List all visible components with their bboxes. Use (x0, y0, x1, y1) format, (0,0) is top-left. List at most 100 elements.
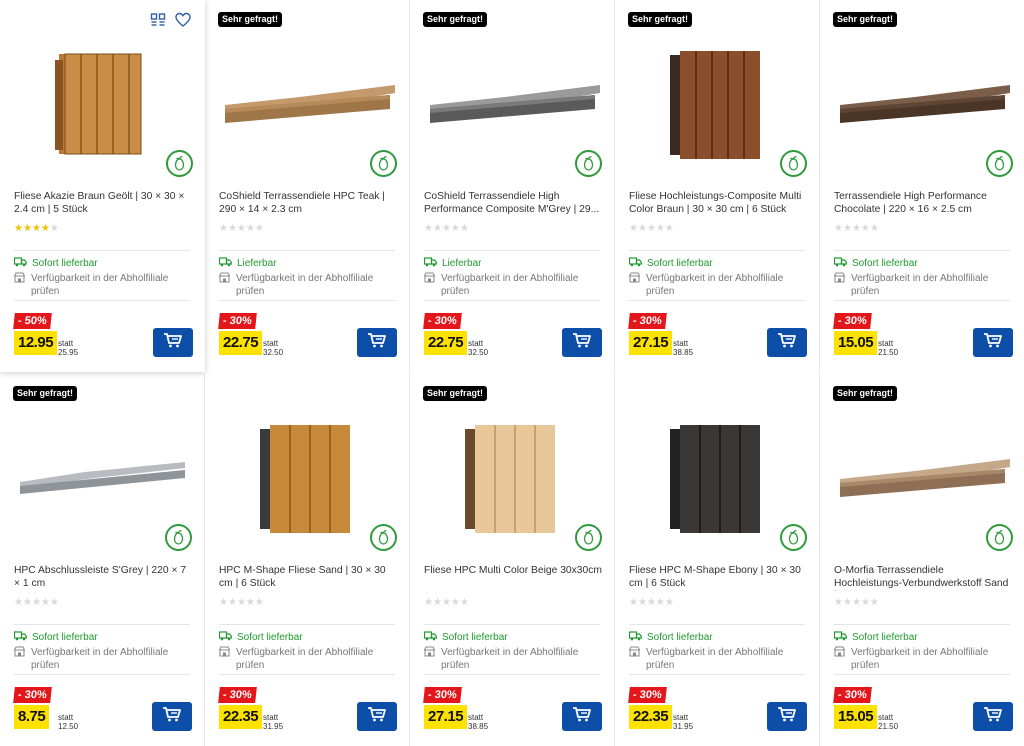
pickup-availability-label[interactable]: Verfügbarkeit in der Abholfiliale prüfen (236, 272, 386, 298)
add-to-cart-button[interactable] (562, 702, 602, 731)
pickup-availability-link[interactable]: Verfügbarkeit in der Abholfiliale prüfen (423, 272, 591, 298)
current-price: 12.95 (14, 331, 58, 355)
product-row-2: Sehr gefragt! HPC Abschlussleiste S'Grey … (0, 374, 1024, 746)
pickup-availability-link[interactable]: Verfügbarkeit in der Abholfiliale prüfen (833, 272, 1001, 298)
pickup-availability-label[interactable]: Verfügbarkeit in der Abholfiliale prüfen (236, 646, 386, 672)
add-to-cart-button[interactable] (152, 702, 192, 731)
star-icon: ★ (860, 597, 870, 608)
discount-badge: - 30% (628, 313, 667, 329)
old-price-value: 12.50 (58, 722, 79, 731)
product-card[interactable]: Fliese Akazie Braun Geölt | 30 × 30 × 2.… (0, 0, 205, 372)
add-to-cart-button[interactable] (153, 328, 193, 357)
cart-icon (983, 332, 1003, 353)
add-to-cart-button[interactable] (767, 328, 807, 357)
truck-icon (628, 257, 642, 270)
product-title[interactable]: O-Morfia Terrassendiele Hochleistungs-Ve… (834, 565, 1012, 591)
product-card[interactable]: HPC M-Shape Fliese Sand | 30 × 30 cm | 6… (205, 374, 410, 746)
pickup-availability-label[interactable]: Verfügbarkeit in der Abholfiliale prüfen (31, 646, 181, 672)
pickup-availability-label[interactable]: Verfügbarkeit in der Abholfiliale prüfen (646, 646, 796, 672)
store-icon (13, 646, 26, 672)
star-icon: ★ (869, 597, 879, 608)
pickup-availability-label[interactable]: Verfügbarkeit in der Abholfiliale prüfen (851, 272, 1001, 298)
product-card[interactable]: Sehr gefragt! O-Morfia Terrassendiele Hoc… (820, 374, 1024, 746)
pickup-availability-label[interactable]: Verfügbarkeit in der Abholfiliale prüfen (441, 272, 591, 298)
pickup-availability-label[interactable]: Verfügbarkeit in der Abholfiliale prüfen (851, 646, 1001, 672)
current-price: 27.15 (629, 331, 673, 355)
star-icon: ★ (842, 597, 852, 608)
discount-badge: - 30% (218, 313, 257, 329)
old-price-value: 32.50 (468, 348, 489, 357)
product-title[interactable]: Terrassendiele High Performance Chocolat… (834, 191, 1012, 217)
product-card[interactable]: Sehr gefragt! HPC Abschlussleiste S'Grey … (0, 374, 205, 746)
product-title[interactable]: Fliese HPC M-Shape Ebony | 30 × 30 cm | … (629, 565, 807, 591)
current-price: 22.35 (629, 705, 673, 729)
product-title[interactable]: Fliese Hochleistungs-Composite Multi Col… (629, 191, 807, 217)
pickup-availability-link[interactable]: Verfügbarkeit in der Abholfiliale prüfen (628, 646, 796, 672)
pickup-availability-link[interactable]: Verfügbarkeit in der Abholfiliale prüfen (218, 272, 386, 298)
compare-icon[interactable] (150, 12, 166, 28)
add-to-cart-button[interactable] (973, 328, 1013, 357)
old-price-value: 38.85 (673, 348, 694, 357)
add-to-cart-button[interactable] (357, 328, 397, 357)
pickup-availability-link[interactable]: Verfügbarkeit in der Abholfiliale prüfen (423, 646, 591, 672)
old-price-label: statt (878, 339, 894, 348)
popular-badge: Sehr gefragt! (833, 386, 898, 401)
product-title[interactable]: CoShield Terrassendiele High Performance… (424, 191, 602, 217)
product-card[interactable]: Sehr gefragt! CoShield Terrassendiele Hig… (410, 0, 615, 372)
eco-pear-icon (370, 150, 397, 177)
product-title[interactable]: Fliese HPC Multi Color Beige 30x30cm (424, 565, 602, 591)
eco-pear-icon (986, 150, 1013, 177)
delivery-status-label: Sofort lieferbar (442, 632, 508, 643)
pickup-availability-link[interactable]: Verfügbarkeit in der Abholfiliale prüfen (628, 272, 796, 298)
pickup-availability-link[interactable]: Verfügbarkeit in der Abholfiliale prüfen (13, 272, 181, 298)
old-price-value: 32.50 (263, 348, 284, 357)
truck-icon (218, 257, 232, 270)
truck-icon (628, 631, 642, 644)
old-price-label: statt (263, 339, 279, 348)
divider (219, 674, 395, 675)
delivery-status-label: Lieferbar (442, 258, 482, 269)
divider (629, 674, 805, 675)
divider (629, 300, 805, 301)
star-icon: ★ (629, 223, 638, 234)
star-icon: ★ (424, 597, 433, 608)
add-to-cart-button[interactable] (973, 702, 1013, 731)
add-to-cart-button[interactable] (767, 702, 807, 731)
rating-stars: ★★★★★ (424, 598, 469, 608)
old-price: statt 38.85 (673, 339, 693, 357)
star-icon: ★ (254, 597, 264, 608)
popular-badge: Sehr gefragt! (833, 12, 898, 27)
product-title[interactable]: HPC M-Shape Fliese Sand | 30 × 30 cm | 6… (219, 565, 397, 591)
product-title[interactable]: CoShield Terrassendiele HPC Teak | 290 ×… (219, 191, 397, 217)
truck-icon (833, 257, 847, 270)
pickup-availability-link[interactable]: Verfügbarkeit in der Abholfiliale prüfen (218, 646, 386, 672)
wishlist-heart-icon[interactable] (175, 12, 191, 28)
truck-icon (423, 631, 437, 644)
pickup-availability-link[interactable]: Verfügbarkeit in der Abholfiliale prüfen (833, 646, 1001, 672)
old-price: statt 21.50 (878, 339, 898, 357)
pickup-availability-label[interactable]: Verfügbarkeit in der Abholfiliale prüfen (31, 272, 181, 298)
product-card[interactable]: Sehr gefragt! Fliese Hochleistungs-Compos… (615, 0, 820, 372)
cart-icon (572, 332, 592, 353)
pickup-availability-link[interactable]: Verfügbarkeit in der Abholfiliale prüfen (13, 646, 181, 672)
old-price-label: statt (468, 339, 484, 348)
product-card[interactable]: Sehr gefragt! Fliese HPC Multi Color Beig… (410, 374, 615, 746)
eco-pear-icon (575, 150, 602, 177)
product-card[interactable]: Sehr gefragt! CoShield Terrassendiele HPC… (205, 0, 410, 372)
divider (219, 250, 395, 251)
discount-badge: - 30% (423, 313, 462, 329)
popular-badge: Sehr gefragt! (628, 12, 693, 27)
product-card[interactable]: Fliese HPC M-Shape Ebony | 30 × 30 cm | … (615, 374, 820, 746)
star-icon: ★ (49, 223, 59, 234)
pickup-availability-label[interactable]: Verfügbarkeit in der Abholfiliale prüfen (441, 646, 591, 672)
cart-icon (777, 332, 797, 353)
pickup-availability-label[interactable]: Verfügbarkeit in der Abholfiliale prüfen (646, 272, 796, 298)
star-icon: ★ (842, 223, 852, 234)
old-price: statt 38.85 (468, 713, 488, 731)
add-to-cart-button[interactable] (357, 702, 397, 731)
product-title[interactable]: Fliese Akazie Braun Geölt | 30 × 30 × 2.… (14, 191, 192, 217)
product-card[interactable]: Sehr gefragt! Terrassendiele High Perform… (820, 0, 1024, 372)
add-to-cart-button[interactable] (562, 328, 602, 357)
star-icon: ★ (432, 597, 442, 608)
product-title[interactable]: HPC Abschlussleiste S'Grey | 220 × 7 × 1… (14, 565, 192, 591)
